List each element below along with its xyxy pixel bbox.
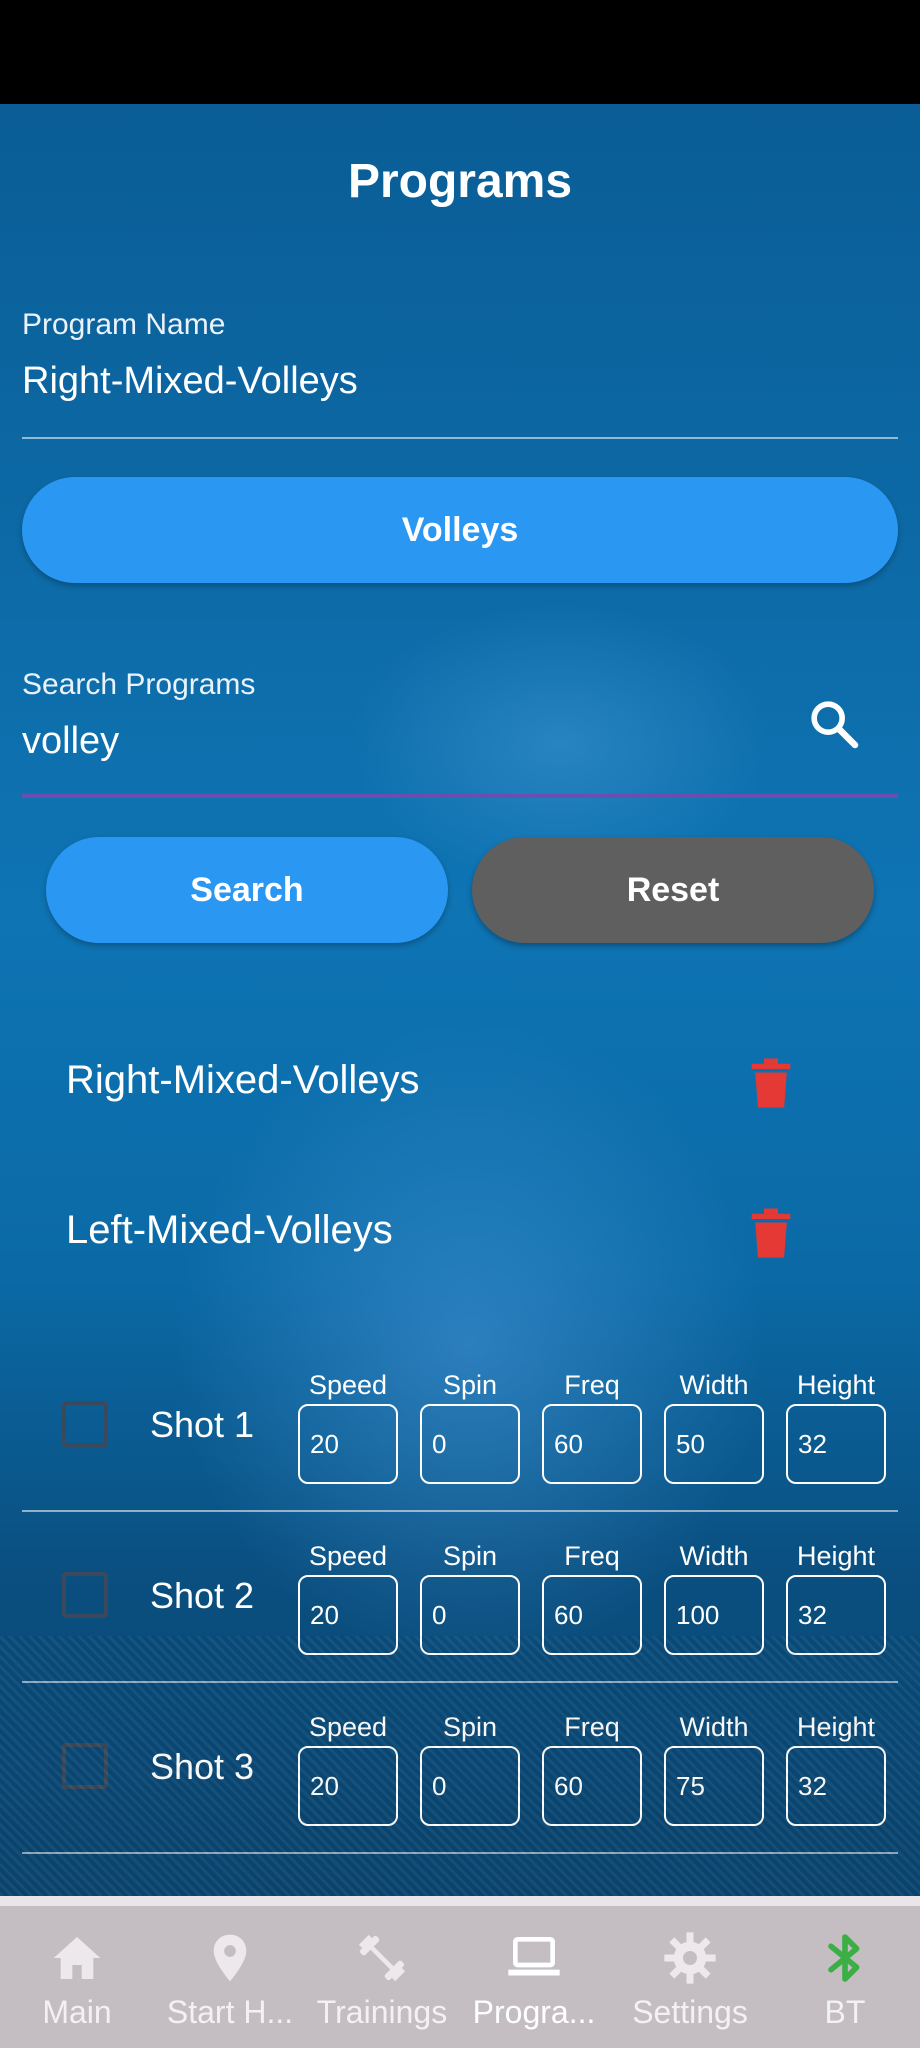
column-header-speed: Speed (308, 1370, 388, 1400)
height-input[interactable]: 32 (786, 1746, 886, 1826)
freq-input[interactable]: 60 (542, 1575, 642, 1655)
nav-item-bt[interactable]: BT (770, 1906, 920, 2048)
width-input[interactable]: 75 (664, 1746, 764, 1826)
search-button[interactable]: Search (46, 837, 448, 943)
nav-item-settings[interactable]: Settings (610, 1906, 770, 2048)
shot-divider (22, 1510, 898, 1512)
search-underline (22, 794, 898, 798)
location-pin-icon (213, 1934, 247, 1982)
shot-divider (22, 1681, 898, 1683)
dumbbell-icon (358, 1934, 406, 1982)
nav-label: Progra... (472, 1994, 596, 2030)
nav-label: Start H... (166, 1994, 294, 2030)
nav-label: BT (824, 1994, 866, 2030)
bottom-navigation: Main Start H... Trainings Progra... Sett… (0, 1896, 920, 2048)
spin-input[interactable]: 0 (420, 1575, 520, 1655)
trash-icon[interactable] (750, 1058, 792, 1108)
shot-label: Shot 2 (150, 1575, 255, 1616)
column-header-speed: Speed (308, 1712, 388, 1742)
nav-label: Trainings (316, 1994, 448, 2030)
shot-checkbox[interactable] (62, 1743, 108, 1789)
nav-label: Main (42, 1994, 112, 2030)
nav-item-start[interactable]: Start H... (154, 1906, 306, 2048)
width-input[interactable]: 100 (664, 1575, 764, 1655)
home-icon (53, 1937, 101, 1979)
search-input[interactable]: volley (22, 720, 119, 763)
page-title: Programs (347, 155, 573, 208)
height-input[interactable]: 32 (786, 1575, 886, 1655)
program-name-label: Program Name (22, 308, 226, 341)
column-header-speed: Speed (308, 1541, 388, 1571)
column-header-width: Width (679, 1541, 749, 1571)
nav-item-programs[interactable]: Progra... (458, 1906, 610, 2048)
shot-checkbox[interactable] (62, 1401, 108, 1447)
reset-button[interactable]: Reset (472, 837, 874, 943)
program-item-1[interactable]: Right-Mixed-Volleys (66, 1058, 419, 1103)
column-header-freq: Freq (564, 1541, 620, 1571)
gear-icon (664, 1932, 716, 1984)
category-button-volleys[interactable]: Volleys (22, 477, 898, 583)
shot-divider (22, 1852, 898, 1854)
spin-input[interactable]: 0 (420, 1746, 520, 1826)
height-input[interactable]: 32 (786, 1404, 886, 1484)
speed-input[interactable]: 20 (298, 1746, 398, 1826)
column-header-spin: Spin (442, 1712, 498, 1742)
bluetooth-icon (828, 1934, 860, 1982)
freq-input[interactable]: 60 (542, 1746, 642, 1826)
nav-item-main[interactable]: Main (0, 1906, 154, 2048)
shot-label: Shot 3 (150, 1746, 255, 1787)
column-header-spin: Spin (442, 1370, 498, 1400)
programs-screen: Programs Program Name Right-Mixed-Volley… (0, 104, 920, 1896)
search-programs-label: Search Programs (22, 668, 256, 701)
speed-input[interactable]: 20 (298, 1404, 398, 1484)
shot-checkbox[interactable] (62, 1572, 108, 1618)
column-header-freq: Freq (564, 1370, 620, 1400)
status-bar (0, 0, 920, 104)
nav-item-trainings[interactable]: Trainings (306, 1906, 458, 2048)
speed-input[interactable]: 20 (298, 1575, 398, 1655)
program-item-2[interactable]: Left-Mixed-Volleys (66, 1208, 393, 1253)
column-header-spin: Spin (442, 1541, 498, 1571)
spin-input[interactable]: 0 (420, 1404, 520, 1484)
column-header-height: Height (796, 1712, 876, 1742)
column-header-width: Width (679, 1712, 749, 1742)
program-name-underline (22, 437, 898, 439)
search-icon[interactable] (806, 696, 862, 752)
program-name-input[interactable]: Right-Mixed-Volleys (22, 360, 358, 403)
column-header-freq: Freq (564, 1712, 620, 1742)
nav-label: Settings (632, 1994, 748, 2030)
freq-input[interactable]: 60 (542, 1404, 642, 1484)
trash-icon[interactable] (750, 1208, 792, 1258)
column-header-height: Height (796, 1541, 876, 1571)
shot-label: Shot 1 (150, 1404, 255, 1445)
column-header-height: Height (796, 1370, 876, 1400)
laptop-icon (508, 1937, 560, 1976)
width-input[interactable]: 50 (664, 1404, 764, 1484)
column-header-width: Width (679, 1370, 749, 1400)
